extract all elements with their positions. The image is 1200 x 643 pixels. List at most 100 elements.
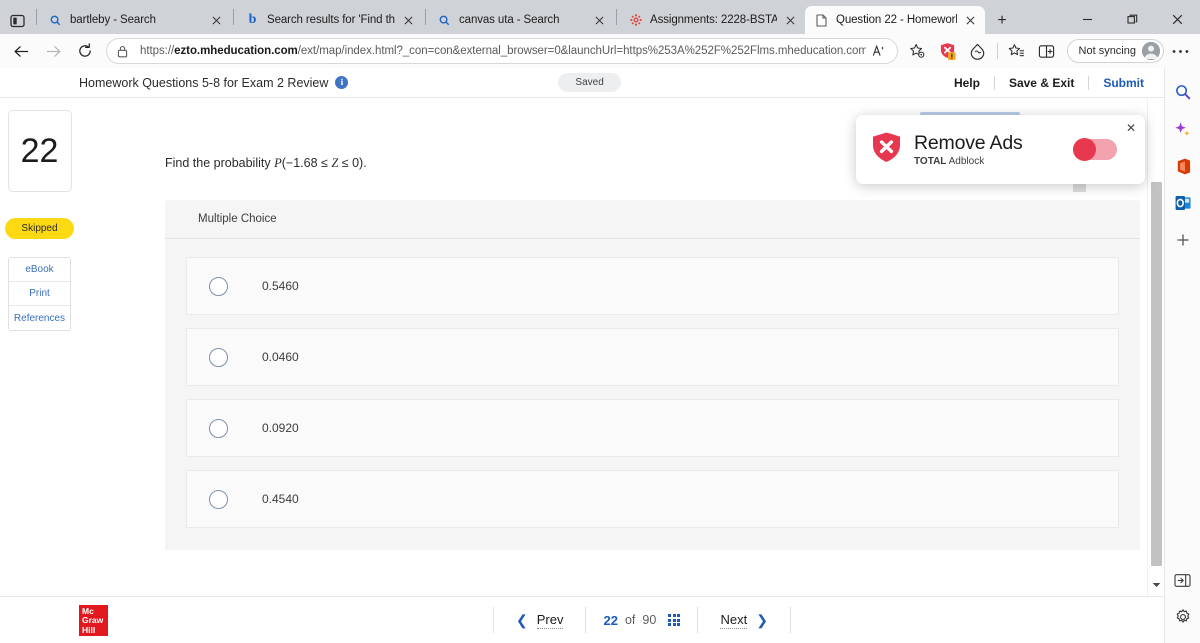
- toolbar-divider: [996, 43, 998, 59]
- sidebar-toggle-icon[interactable]: [1169, 566, 1197, 594]
- browser-tab-3[interactable]: canvas uta - Search: [428, 6, 614, 34]
- grid-view-icon[interactable]: [668, 613, 681, 627]
- page-icon: [814, 13, 829, 28]
- choice-label: 0.0460: [262, 350, 299, 364]
- back-button[interactable]: [6, 37, 36, 65]
- tab-close-button[interactable]: [591, 12, 608, 29]
- radio-button[interactable]: [209, 276, 228, 296]
- edge-sidebar: [1164, 68, 1200, 643]
- tab-strip: bartleby - Search b Search results for '…: [0, 4, 1200, 34]
- lock-icon: [117, 45, 131, 58]
- adblock-shield-icon[interactable]: [934, 37, 962, 65]
- references-button[interactable]: References: [9, 306, 70, 330]
- tab-divider-2: [425, 8, 426, 25]
- profile-button[interactable]: Not syncing: [1066, 39, 1164, 63]
- scrollbar-thumb[interactable]: [1151, 182, 1162, 566]
- tab-overview-button[interactable]: [2, 8, 32, 34]
- radio-button[interactable]: [209, 418, 228, 438]
- browser-chrome: bartleby - Search b Search results for '…: [0, 0, 1200, 68]
- search-icon[interactable]: [1169, 78, 1197, 106]
- mcgraw-hill-logo: Mc Graw Hill: [79, 604, 108, 636]
- browser-tab-2[interactable]: b Search results for 'Find the prob: [236, 6, 423, 34]
- chevron-right-icon: ❯: [756, 611, 768, 628]
- adblock-popup-tail: [1073, 184, 1086, 192]
- adblock-popup[interactable]: Remove Ads TOTAL Adblock ✕: [856, 115, 1145, 184]
- tab-title: canvas uta - Search: [459, 14, 560, 26]
- choice-list: 0.5460 0.0460 0.0920 0.4540: [165, 239, 1140, 528]
- adblock-brand-bold: TOTAL: [914, 156, 947, 167]
- adblock-text-group: Remove Ads TOTAL Adblock: [914, 132, 1073, 167]
- profile-label: Not syncing: [1078, 45, 1136, 57]
- question-rail: 22 Skipped eBook Print References: [0, 98, 79, 596]
- add-icon[interactable]: [1169, 226, 1197, 254]
- pager-divider-right: [789, 607, 791, 633]
- next-button[interactable]: Next ❯: [698, 612, 789, 629]
- submit-button[interactable]: Submit: [1089, 76, 1144, 90]
- choice-label: 0.4540: [262, 492, 299, 506]
- info-icon[interactable]: i: [335, 76, 349, 89]
- office-icon[interactable]: [1169, 152, 1197, 180]
- choice-option[interactable]: 0.0460: [186, 328, 1119, 386]
- mheducation-app: Homework Questions 5-8 for Exam 2 Review…: [0, 68, 1164, 643]
- address-bar[interactable]: https://ezto.mheducation.com/ext/map/ind…: [106, 38, 898, 64]
- tab-strip-divider: [36, 8, 37, 25]
- settings-more-icon[interactable]: [1166, 37, 1194, 65]
- next-label: Next: [720, 611, 748, 629]
- copilot-sparkle-icon[interactable]: [1169, 115, 1197, 143]
- maximize-button[interactable]: [1110, 4, 1155, 34]
- browser-tab-4[interactable]: Assignments: 2228-BSTAT-2305-: [619, 6, 805, 34]
- choice-option[interactable]: 0.4540: [186, 470, 1119, 528]
- forward-button[interactable]: [38, 37, 68, 65]
- page-counter: 22 of 90: [586, 613, 697, 628]
- radio-button[interactable]: [209, 489, 228, 509]
- tab-close-button[interactable]: [400, 12, 417, 29]
- tab-close-button[interactable]: [208, 12, 225, 29]
- navigation-bar: https://ezto.mheducation.com/ext/map/ind…: [0, 34, 1200, 68]
- tab-title: Question 22 - Homework Questi: [836, 14, 957, 26]
- minimize-button[interactable]: [1065, 4, 1110, 34]
- of-label: of: [624, 613, 636, 627]
- pager: ❮ Prev 22 of 90 Next ❯: [493, 597, 791, 643]
- header-actions: Help Save & Exit Submit: [940, 75, 1144, 90]
- page-viewport: Homework Questions 5-8 for Exam 2 Review…: [0, 68, 1200, 643]
- adblock-title: Remove Ads: [914, 132, 1023, 154]
- bing-icon: b: [248, 12, 257, 27]
- ebook-button[interactable]: eBook: [9, 258, 70, 282]
- tab-close-button[interactable]: [782, 12, 799, 29]
- skipped-badge: Skipped: [5, 218, 74, 239]
- question-type-label: Multiple Choice: [165, 200, 1140, 239]
- choice-option[interactable]: 0.5460: [186, 257, 1119, 315]
- choice-option[interactable]: 0.0920: [186, 399, 1119, 457]
- canvas-icon: [628, 13, 643, 28]
- new-tab-button[interactable]: +: [989, 8, 1015, 34]
- adblock-brand: TOTAL Adblock: [914, 156, 1073, 167]
- status-badge: Saved: [558, 73, 621, 92]
- radio-button[interactable]: [209, 347, 228, 367]
- read-aloud-icon[interactable]: [870, 44, 890, 58]
- page-scrollbar[interactable]: [1147, 98, 1164, 596]
- close-icon[interactable]: ✕: [1126, 122, 1136, 134]
- browser-tab-1[interactable]: bartleby - Search: [39, 6, 231, 34]
- tab-divider-1: [233, 8, 234, 25]
- browser-tab-5-active[interactable]: Question 22 - Homework Questi: [805, 6, 985, 34]
- adblock-toggle[interactable]: [1073, 138, 1117, 161]
- print-button[interactable]: Print: [9, 282, 70, 306]
- tab-close-button[interactable]: [962, 12, 979, 29]
- reload-button[interactable]: [70, 37, 100, 65]
- url-text: https://ezto.mheducation.com/ext/map/ind…: [140, 45, 866, 57]
- tab-title: Search results for 'Find the prob: [267, 14, 395, 26]
- scrollbar-down-arrow[interactable]: [1148, 574, 1165, 596]
- favorites-icon[interactable]: [1003, 37, 1031, 65]
- help-button[interactable]: Help: [940, 76, 994, 90]
- adblock-shield-icon: [871, 131, 902, 169]
- prev-button[interactable]: ❮ Prev: [494, 612, 585, 629]
- prev-label: Prev: [536, 611, 564, 629]
- split-screen-icon[interactable]: [1033, 37, 1061, 65]
- collections-icon[interactable]: [904, 37, 932, 65]
- adblock-toggle-knob: [1073, 138, 1096, 161]
- save-exit-button[interactable]: Save & Exit: [995, 76, 1088, 90]
- close-button[interactable]: [1155, 4, 1200, 34]
- edge-drop-icon[interactable]: [964, 37, 992, 65]
- outlook-icon[interactable]: [1169, 189, 1197, 217]
- sidebar-settings-icon[interactable]: [1169, 603, 1197, 631]
